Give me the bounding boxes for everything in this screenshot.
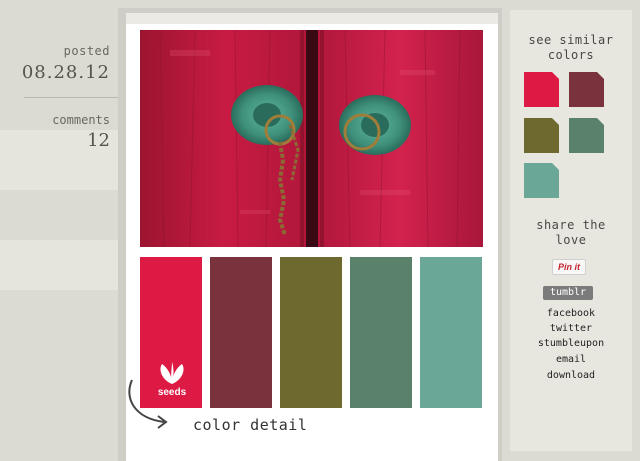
share-title-line2: love xyxy=(555,233,587,247)
posted-label: posted xyxy=(63,44,110,58)
similar-color-4[interactable] xyxy=(569,118,604,153)
similar-title-line2: colors xyxy=(547,48,595,62)
similar-color-5[interactable] xyxy=(524,163,559,198)
comments-label: comments xyxy=(52,113,110,127)
swatch-5[interactable] xyxy=(420,257,482,408)
swatch-4[interactable] xyxy=(350,257,412,408)
curved-arrow-icon xyxy=(128,379,168,429)
color-detail-label[interactable]: color detail xyxy=(193,416,307,434)
comments-count[interactable]: 12 xyxy=(0,130,110,151)
card-top-strip xyxy=(126,13,498,24)
email-link[interactable]: email xyxy=(510,354,632,365)
swatch-2[interactable] xyxy=(210,257,272,408)
similar-color-3[interactable] xyxy=(524,118,559,153)
similar-color-2[interactable] xyxy=(569,72,604,107)
pinit-button[interactable]: Pin it xyxy=(552,259,586,275)
posted-date: 08.28.12 xyxy=(21,62,110,83)
swatch-3[interactable] xyxy=(280,257,342,408)
twitter-link[interactable]: twitter xyxy=(510,323,632,334)
tumblr-button[interactable]: tumblr xyxy=(543,286,593,300)
divider xyxy=(24,97,123,98)
share-title-line1: share the xyxy=(536,218,606,232)
stumbleupon-link[interactable]: stumbleupon xyxy=(510,338,632,349)
similar-color-1[interactable] xyxy=(524,72,559,107)
facebook-link[interactable]: facebook xyxy=(510,308,632,319)
inspiration-photo xyxy=(140,30,483,247)
download-link[interactable]: download xyxy=(510,370,632,381)
similar-title-line1: see similar xyxy=(528,33,614,47)
